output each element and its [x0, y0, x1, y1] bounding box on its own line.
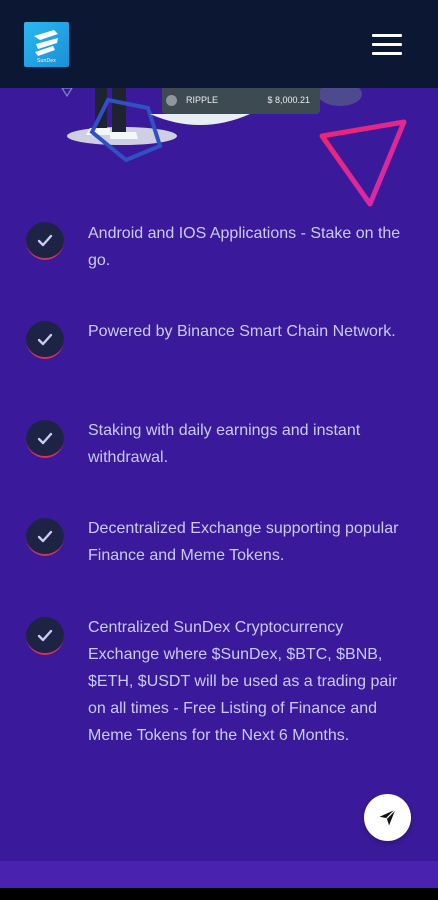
- logo-caption: SunDex: [37, 58, 56, 64]
- hero-illustration: RIPPLE $ 8,000.21: [0, 88, 438, 218]
- checkmark-icon: [26, 518, 64, 556]
- feature-text: Powered by Binance Smart Chain Network.: [88, 323, 396, 340]
- ticker-name: RIPPLE: [186, 95, 219, 105]
- top-navigation-bar: SunDex: [0, 0, 438, 88]
- system-navigation-bar: [0, 888, 438, 900]
- ticker-price: $ 8,000.21: [267, 95, 310, 105]
- send-button[interactable]: [364, 794, 411, 841]
- feature-text: Android and IOS Applications - Stake on …: [88, 225, 401, 269]
- checkmark-icon: [26, 617, 64, 655]
- sundex-logo[interactable]: SunDex: [24, 22, 69, 67]
- footer-band: [0, 861, 438, 888]
- hamburger-menu-icon[interactable]: [370, 32, 404, 58]
- feature-text: Staking with daily earnings and instant …: [88, 422, 361, 466]
- checkmark-icon: [26, 420, 64, 458]
- ripple-ticker-card: RIPPLE $ 8,000.21: [162, 88, 320, 114]
- send-icon: [379, 809, 396, 826]
- feature-text: Centralized SunDex Cryptocurrency Exchan…: [88, 619, 398, 744]
- checkmark-icon: [26, 321, 64, 359]
- feature-text: Decentralized Exchange supporting popula…: [88, 520, 399, 564]
- ripple-coin-icon: [166, 95, 177, 106]
- checkmark-icon: [26, 222, 64, 260]
